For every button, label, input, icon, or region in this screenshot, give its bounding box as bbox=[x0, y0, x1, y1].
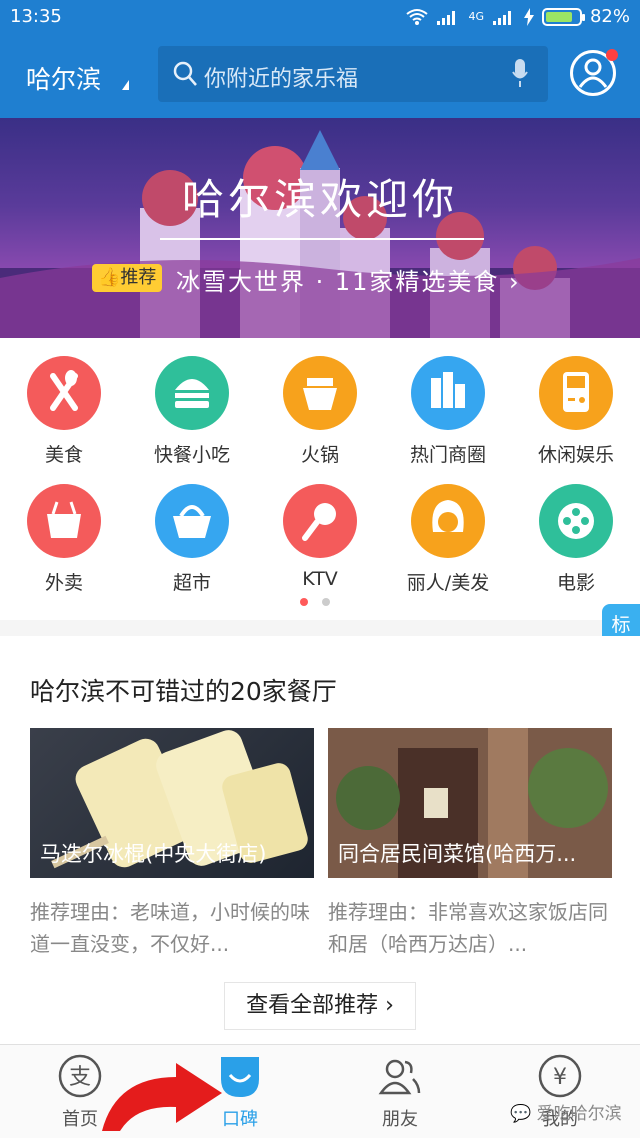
hotpot-icon bbox=[283, 356, 357, 430]
friends-icon bbox=[377, 1053, 423, 1099]
category-item[interactable]: 火锅 bbox=[260, 356, 380, 467]
category-item[interactable]: 休闲娱乐 bbox=[516, 356, 636, 467]
film-reel-icon bbox=[539, 484, 613, 558]
caret-down-icon[interactable] bbox=[122, 80, 129, 90]
charging-icon bbox=[523, 7, 534, 26]
category-label: 电影 bbox=[556, 572, 595, 594]
buildings-icon bbox=[411, 356, 485, 430]
wechat-icon: 💬 bbox=[510, 1104, 532, 1124]
restaurant-card[interactable]: 同合居民间菜馆(哈西万... 推荐理由：非常喜欢这家饭店同和居（哈西万达店）..… bbox=[328, 728, 612, 960]
recommend-badge-label: 推荐 bbox=[120, 267, 157, 288]
takeout-box-icon bbox=[27, 484, 101, 558]
banner-divider bbox=[160, 238, 484, 240]
category-item[interactable]: 美食 bbox=[4, 356, 124, 467]
recommend-title: 哈尔滨不可错过的20家餐厅 bbox=[30, 677, 337, 706]
nav-friends-label: 朋友 bbox=[382, 1109, 418, 1130]
watermark-label: 爱吃哈尔滨 bbox=[536, 1104, 622, 1124]
search-placeholder: 你附近的家乐福 bbox=[204, 67, 359, 92]
microphone-icon bbox=[283, 484, 357, 558]
page-dot-active bbox=[300, 598, 308, 606]
search-bar[interactable]: 你附近的家乐福 bbox=[158, 46, 548, 102]
banner-title: 哈尔滨欢迎你 bbox=[181, 175, 458, 224]
signal-icon-2 bbox=[492, 10, 511, 25]
battery-icon bbox=[541, 7, 585, 26]
red-arrow-annotation bbox=[102, 1063, 222, 1131]
nav-friends[interactable]: 朋友 bbox=[340, 1053, 460, 1131]
category-label: 快餐小吃 bbox=[153, 444, 230, 466]
category-item[interactable]: 快餐小吃 bbox=[132, 356, 252, 467]
category-item[interactable]: 超市 bbox=[132, 484, 252, 595]
bottom-nav: 支 首页 口碑 朋友 ¥ 我的 💬 爱吃哈尔滨 bbox=[0, 1044, 640, 1138]
nav-koubei-label: 口碑 bbox=[222, 1109, 258, 1130]
castle-illustration bbox=[0, 130, 640, 338]
signal-icon bbox=[437, 10, 456, 25]
microphone-icon[interactable] bbox=[512, 59, 528, 89]
page-indicator bbox=[300, 598, 330, 606]
page-dot bbox=[322, 598, 330, 606]
burger-icon bbox=[155, 356, 229, 430]
recommend-reason: 推荐理由：非常喜欢这家饭店同和居（哈西万达店）... bbox=[328, 900, 608, 956]
category-label: KTV bbox=[302, 568, 338, 590]
recommend-reason: 推荐理由：老味道，小时候的味道一直没变，不仅好... bbox=[30, 900, 310, 956]
fork-spoon-icon bbox=[27, 356, 101, 430]
battery-fill bbox=[545, 11, 572, 22]
wifi-icon bbox=[406, 8, 429, 25]
restaurant-card[interactable]: 马迭尔冰棍(中央大街店) 推荐理由：老味道，小时候的味道一直没变，不仅好... bbox=[30, 728, 314, 960]
svg-text:支: 支 bbox=[69, 1065, 91, 1090]
status-time: 13:35 bbox=[10, 6, 62, 27]
category-label: 美食 bbox=[44, 444, 83, 466]
banner-subtitle[interactable]: 冰雪大世界 · 11家精选美食 › bbox=[176, 262, 521, 297]
category-item[interactable]: 热门商圈 bbox=[388, 356, 508, 467]
battery-percent: 82% bbox=[589, 6, 630, 27]
promo-banner[interactable]: 哈尔滨欢迎你 👍推荐 冰雪大世界 · 11家精选美食 › bbox=[0, 118, 640, 338]
category-item[interactable]: 电影 bbox=[516, 484, 636, 595]
search-icon bbox=[173, 61, 197, 86]
restaurant-name: 同合居民间菜馆(哈西万... bbox=[338, 842, 577, 866]
network-type: 4G bbox=[468, 10, 484, 23]
category-grid: 美食 快餐小吃 火锅 热门商圈 休闲娱乐外卖 超市 KTV 丽人/美发 电影 bbox=[0, 338, 640, 620]
nav-home-label: 首页 bbox=[62, 1109, 98, 1130]
basket-icon bbox=[155, 484, 229, 558]
see-all-recommend-button[interactable]: 查看全部推荐 › bbox=[224, 982, 416, 1030]
category-label: 超市 bbox=[172, 572, 211, 594]
recommend-section: 哈尔滨不可错过的20家餐厅 马迭尔冰棍(中央大街店) 推荐理由：老味道，小时候的… bbox=[0, 636, 640, 1044]
status-bar: 13:35 4G 82% bbox=[0, 0, 640, 34]
category-label: 休闲娱乐 bbox=[537, 444, 614, 466]
category-label: 火锅 bbox=[300, 444, 339, 466]
category-label: 丽人/美发 bbox=[406, 572, 490, 594]
restaurant-photo: 马迭尔冰棍(中央大街店) bbox=[30, 728, 314, 878]
restaurant-photo: 同合居民间菜馆(哈西万... bbox=[328, 728, 612, 878]
svg-text:¥: ¥ bbox=[553, 1065, 567, 1090]
city-selector[interactable]: 哈尔滨 bbox=[26, 60, 101, 96]
gamepad-icon bbox=[539, 356, 613, 430]
recommend-badge: 👍推荐 bbox=[92, 264, 163, 292]
category-item[interactable]: 丽人/美发 bbox=[388, 484, 508, 595]
thumbs-up-icon: 👍 bbox=[98, 267, 121, 288]
wallet-yen-icon: ¥ bbox=[537, 1053, 583, 1099]
status-icons: 4G 82% bbox=[406, 6, 630, 27]
restaurant-name: 马迭尔冰棍(中央大街店) bbox=[40, 842, 267, 866]
category-label: 热门商圈 bbox=[409, 444, 486, 466]
app-header: 哈尔滨 你附近的家乐福 bbox=[0, 34, 640, 118]
beauty-face-icon bbox=[411, 484, 485, 558]
category-label: 外卖 bbox=[44, 572, 83, 594]
notification-dot bbox=[606, 49, 618, 61]
category-item[interactable]: KTV bbox=[260, 484, 380, 590]
watermark: 💬 爱吃哈尔滨 bbox=[510, 1099, 622, 1124]
category-item[interactable]: 外卖 bbox=[4, 484, 124, 595]
